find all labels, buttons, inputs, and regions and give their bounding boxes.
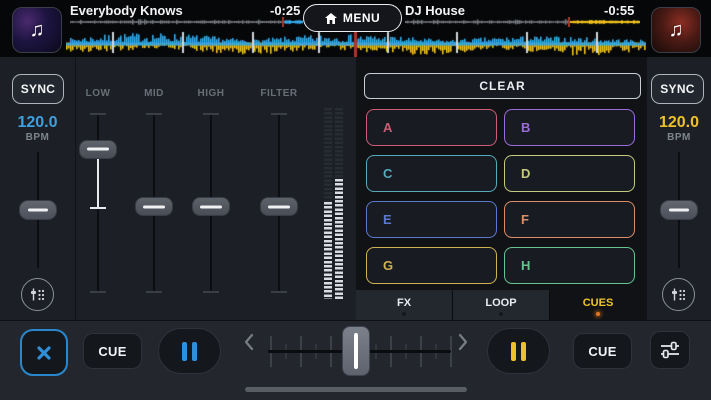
slider-end-cap <box>146 291 162 293</box>
deck-a-bpm-value: 120.0 <box>0 114 75 132</box>
cue-pad-label: A <box>383 120 392 135</box>
dj-app-screen: ♫ Everybody Knows -0:25 MENU DJ House -0… <box>0 0 711 400</box>
deck-a-time-remaining: -0:25 <box>270 3 300 18</box>
crossfader-handle[interactable] <box>342 326 370 376</box>
slider-end-cap <box>203 291 219 293</box>
deck-b-mixer-settings-button[interactable] <box>662 278 695 311</box>
tab-label: FX <box>397 297 411 309</box>
pause-icon <box>521 342 526 361</box>
mixer-slider-handle-low[interactable] <box>79 140 117 159</box>
pause-icon <box>192 342 197 361</box>
mixer-config-button[interactable] <box>650 331 690 369</box>
slider-end-cap <box>271 291 287 293</box>
deck-b-time-remaining: -0:55 <box>604 3 634 18</box>
fader-grid-icon <box>670 286 687 303</box>
tab-indicator-dot <box>499 312 503 316</box>
mixer-section: LOW MID HIGH FILTER <box>76 57 356 320</box>
cue-pad-d[interactable]: D <box>504 155 635 192</box>
mixer-label-high: HIGH <box>198 88 225 99</box>
cue-pad-c[interactable]: C <box>366 155 497 192</box>
pause-icon <box>182 342 187 361</box>
deck-b-panel: SYNC 120.0 BPM <box>646 57 711 320</box>
deck-a-overview-waveform[interactable] <box>70 17 303 27</box>
cue-pad-label: D <box>521 166 530 181</box>
vu-meter <box>324 108 343 299</box>
cue-pad-label: G <box>383 258 393 273</box>
deck-a-cue-button[interactable]: CUE <box>83 333 142 369</box>
slider-end-cap <box>90 291 106 293</box>
deck-a-album-art[interactable]: ♫ <box>12 7 62 53</box>
deck-a-panel: SYNC 120.0 BPM <box>0 57 76 320</box>
deck-b-bpm-value: 120.0 <box>647 114 711 132</box>
deck-b-pitch-fader-handle[interactable] <box>660 200 698 220</box>
vu-meter-column <box>335 108 343 299</box>
mixer-slider-handle-high[interactable] <box>192 197 230 216</box>
transport-bar: CUE CUE <box>0 320 711 400</box>
deck-b-play-pause-button[interactable] <box>487 328 550 374</box>
deck-b-track-title: DJ House <box>405 3 465 18</box>
deck-b-sync-button[interactable]: SYNC <box>651 74 704 104</box>
home-indicator[interactable] <box>245 387 467 392</box>
tab-cues[interactable]: CUES <box>550 290 646 320</box>
chevron-right-icon <box>458 333 468 351</box>
slider-end-cap <box>203 113 219 115</box>
slider-range-cap <box>90 207 106 209</box>
mixer-slider-handle-mid[interactable] <box>135 197 173 216</box>
cue-pad-f[interactable]: F <box>504 201 635 238</box>
main-waveform[interactable] <box>66 29 646 57</box>
pause-icon <box>511 342 516 361</box>
music-note-icon: ♫ <box>30 19 45 42</box>
slider-end-cap <box>90 113 106 115</box>
slider-end-cap <box>271 113 287 115</box>
tab-label: CUES <box>583 297 614 309</box>
cue-pad-label: F <box>521 212 529 227</box>
cue-pad-label: E <box>383 212 392 227</box>
tab-indicator-dot <box>402 312 406 316</box>
menu-button[interactable]: MENU <box>303 4 402 32</box>
cue-pads-panel: CLEAR A B C D E F G H FX LOOP CUES <box>356 57 646 320</box>
deck-b-overview-waveform[interactable] <box>405 17 640 27</box>
tab-label: LOOP <box>485 297 516 309</box>
deck-a-bpm-unit: BPM <box>0 132 75 143</box>
vu-meter-column <box>324 108 332 299</box>
deck-a-pitch-fader-handle[interactable] <box>19 200 57 220</box>
music-note-icon: ♫ <box>669 19 684 42</box>
cue-pad-e[interactable]: E <box>366 201 497 238</box>
fader-grid-icon <box>29 286 46 303</box>
slider-end-cap <box>146 113 162 115</box>
deck-b-cue-button[interactable]: CUE <box>573 333 632 369</box>
slider-range-indicator <box>97 158 99 207</box>
mixer-label-mid: MID <box>144 88 164 99</box>
home-icon <box>325 13 337 24</box>
cue-pad-a[interactable]: A <box>366 109 497 146</box>
cue-pad-label: C <box>383 166 392 181</box>
deck-b-album-art[interactable]: ♫ <box>651 7 701 53</box>
mixer-label-filter: FILTER <box>260 88 297 99</box>
clear-cues-button[interactable]: CLEAR <box>364 73 641 99</box>
deck-b-bpm-unit: BPM <box>647 132 711 143</box>
deck-a-play-pause-button[interactable] <box>158 328 221 374</box>
cue-pad-h[interactable]: H <box>504 247 635 284</box>
sliders-icon <box>659 341 681 359</box>
deck-a-mixer-settings-button[interactable] <box>21 278 54 311</box>
deck-a-track-title: Everybody Knows <box>70 3 183 18</box>
crossfader[interactable] <box>240 321 472 381</box>
top-bar: ♫ Everybody Knows -0:25 MENU DJ House -0… <box>0 0 711 57</box>
cue-pad-label: H <box>521 258 530 273</box>
tab-indicator-dot <box>596 312 600 316</box>
chevron-left-icon <box>244 333 254 351</box>
tab-fx[interactable]: FX <box>356 290 453 320</box>
cue-pad-label: B <box>521 120 530 135</box>
tab-loop[interactable]: LOOP <box>453 290 550 320</box>
mixer-slider-handle-filter[interactable] <box>260 197 298 216</box>
cue-pad-g[interactable]: G <box>366 247 497 284</box>
mixer-label-low: LOW <box>86 88 111 99</box>
cue-pad-b[interactable]: B <box>504 109 635 146</box>
close-x-icon <box>33 342 55 364</box>
close-button[interactable] <box>20 329 68 376</box>
deck-mode-tab-bar: FX LOOP CUES <box>356 290 646 320</box>
menu-label: MENU <box>343 11 380 25</box>
deck-a-sync-button[interactable]: SYNC <box>12 74 64 104</box>
